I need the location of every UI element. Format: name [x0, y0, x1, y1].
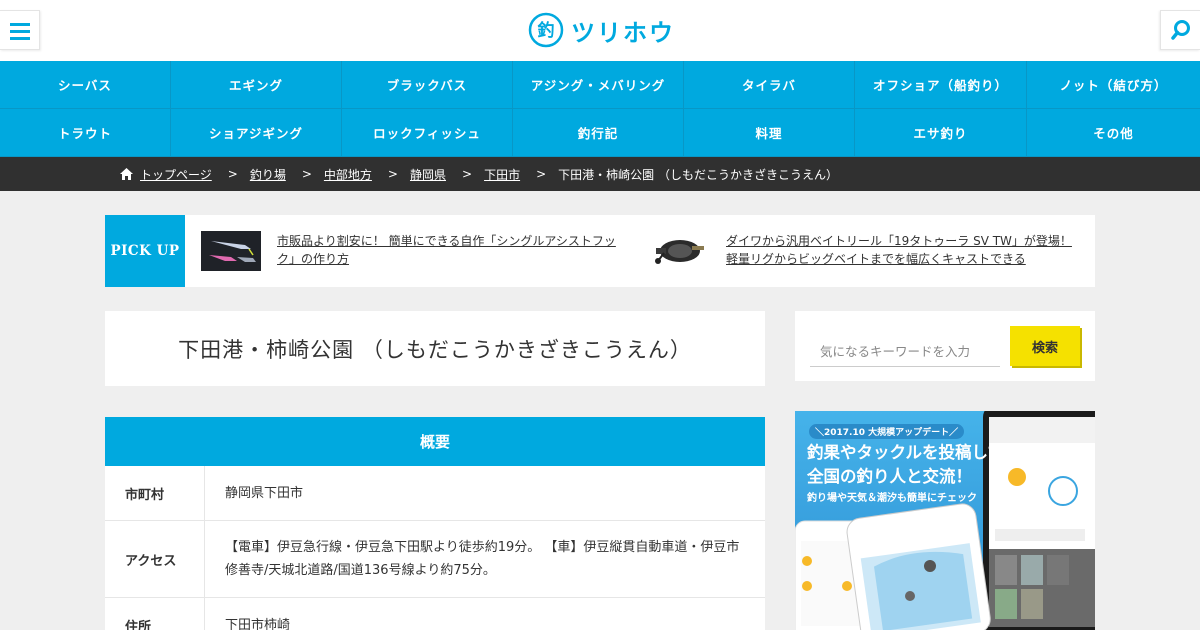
pickup-label: PICK UP [105, 215, 185, 287]
site-header: 釣 ツリホウ [0, 0, 1200, 61]
overview-heading: 概要 [105, 417, 765, 466]
table-value: 静岡県下田市 [225, 485, 304, 501]
menu-button[interactable] [0, 10, 40, 50]
category-nav: シーバス エギング ブラックバス アジング・メバリング タイラバ オフショア（船… [0, 61, 1200, 157]
nav-item[interactable]: 料理 [684, 109, 855, 157]
page-title: 下田港・柿崎公園 （しもだこうかきざきこうえん） [178, 337, 692, 362]
table-key: 住所 [105, 598, 205, 630]
banner-headline: 釣果やタックルを投稿して全国の釣り人と交流！ [807, 443, 1005, 486]
home-icon [120, 168, 133, 180]
table-value: 【電車】伊豆急行線・伊豆急下田駅より徒歩約19分。 【車】伊豆縦貫自動車道・伊豆… [225, 540, 740, 578]
nav-item[interactable]: タイラバ [684, 61, 855, 109]
nav-item[interactable]: エサ釣り [855, 109, 1027, 157]
nav-item[interactable]: トラウト [0, 109, 171, 157]
breadcrumb-separator: > [301, 167, 312, 181]
pickup-thumbnail-reel[interactable] [650, 231, 710, 271]
app-promo-banner[interactable]: ＼2017.10 大規模アップデート／ 釣果やタックルを投稿して全国の釣り人と交… [795, 411, 1095, 630]
nav-item[interactable]: アジング・メバリング [513, 61, 684, 109]
search-icon [1171, 20, 1190, 40]
pickup-article-link[interactable]: ダイワから汎用ベイトリール「19タトゥーラ SV TW」が登場！軽量リグからビッ… [726, 232, 1076, 268]
logo-glyph: 釣 [538, 20, 555, 41]
nav-item[interactable]: エギング [171, 61, 342, 109]
breadcrumb: トップページ > 釣り場 > 中部地方 > 静岡県 > 下田市 > 下田港・柿崎… [0, 157, 1200, 191]
menu-icon-bar [10, 37, 30, 40]
nav-item[interactable]: オフショア（船釣り） [855, 61, 1027, 109]
overview-table: 市町村 静岡県下田市 アクセス 【電車】伊豆急行線・伊豆急下田駅より徒歩約19分… [105, 466, 765, 630]
table-key: 市町村 [105, 466, 205, 520]
nav-item[interactable]: 釣行記 [513, 109, 684, 157]
search-input[interactable] [810, 337, 1000, 367]
banner-subtext: 釣り場や天気＆潮汐も簡単にチェック [807, 493, 977, 504]
breadcrumb-link[interactable]: 下田市 [484, 166, 520, 183]
nav-item[interactable]: その他 [1027, 109, 1200, 157]
table-row: アクセス 【電車】伊豆急行線・伊豆急下田駅より徒歩約19分。 【車】伊豆縦貫自動… [105, 521, 765, 598]
breadcrumb-link[interactable]: 静岡県 [410, 166, 446, 183]
nav-item[interactable]: シーバス [0, 61, 171, 109]
menu-icon [10, 23, 30, 26]
search-button[interactable]: 検索 [1010, 326, 1080, 366]
pickup-thumbnail-lure[interactable] [201, 231, 261, 271]
nav-item[interactable]: ショアジギング [171, 109, 342, 157]
table-value: 下田市柿崎 [225, 617, 291, 630]
sidebar-search: 検索 [795, 311, 1095, 381]
breadcrumb-current: 下田港・柿崎公園 （しもだこうかきざきこうえん） [558, 167, 838, 182]
breadcrumb-link[interactable]: 中部地方 [324, 166, 372, 183]
pickup-article-link[interactable]: 市販品より割安に！ 簡単にできる自作「シングルアシストフック」の作り方 [277, 232, 632, 268]
table-row: 住所 下田市柿崎 [105, 598, 765, 630]
nav-item[interactable]: ノット（結び方） [1027, 61, 1200, 109]
nav-item[interactable]: ブラックバス [342, 61, 513, 109]
page-title-box: 下田港・柿崎公園 （しもだこうかきざきこうえん） [105, 311, 765, 386]
header-search-button[interactable] [1160, 10, 1200, 50]
breadcrumb-home-link[interactable]: トップページ [140, 166, 212, 183]
breadcrumb-separator: > [536, 167, 547, 181]
logo-fish-icon: 釣 [528, 12, 564, 48]
breadcrumb-separator: > [227, 167, 238, 181]
pickup-section: PICK UP 市販品より割安に！ 簡単にできる自作「シングルアシストフック」の… [105, 215, 1095, 287]
breadcrumb-separator: > [387, 167, 398, 181]
banner-update-tag: ＼2017.10 大規模アップデート／ [809, 424, 965, 439]
nav-item[interactable]: ロックフィッシュ [342, 109, 513, 157]
logo-text: ツリホウ [571, 18, 675, 47]
menu-icon-bar [10, 30, 30, 33]
breadcrumb-separator: > [462, 167, 473, 181]
table-row: 市町村 静岡県下田市 [105, 466, 765, 521]
site-logo[interactable]: 釣 ツリホウ [528, 12, 675, 48]
table-key: アクセス [105, 521, 205, 597]
breadcrumb-link[interactable]: 釣り場 [250, 166, 286, 183]
